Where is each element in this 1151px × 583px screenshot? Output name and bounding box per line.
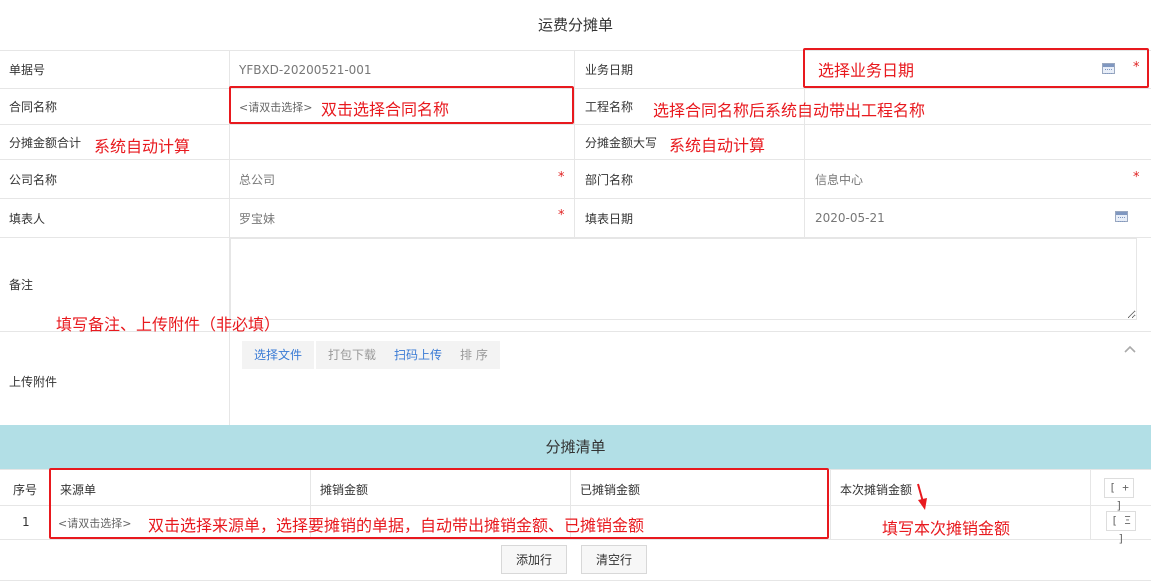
fill-date-calendar-icon[interactable]: [1115, 211, 1128, 222]
biz-date-label: 业务日期: [585, 63, 634, 77]
company-required-mark: *: [558, 170, 565, 185]
remark-annotation: 填写备注、上传附件（非必填）: [56, 315, 281, 334]
grid-line: [830, 469, 831, 539]
dept-field[interactable]: 信息中心: [805, 160, 1151, 198]
doc-no-value: YFBXD-20200521-001: [239, 62, 372, 77]
grid-line: [0, 580, 1151, 581]
biz-date-annotation: 选择业务日期: [818, 61, 915, 80]
fill-date-field[interactable]: 2020-05-21: [805, 199, 1151, 237]
scan-upload-button[interactable]: 扫码上传: [382, 341, 455, 369]
grid-line: [0, 539, 1151, 540]
row-menu-button[interactable]: [ Ξ ]: [1106, 511, 1136, 545]
company-field[interactable]: 总公司: [229, 160, 574, 198]
doc-no-label: 单据号: [9, 63, 46, 77]
col-header-seq: 序号: [13, 483, 38, 497]
total-upper-annotation: 系统自动计算: [669, 136, 766, 155]
dept-label: 部门名称: [585, 172, 634, 187]
clear-rows-button[interactable]: 清空行: [581, 545, 647, 574]
contract-annotation: 双击选择合同名称: [321, 100, 450, 119]
pack-download-button[interactable]: 打包下载: [316, 341, 389, 369]
contract-label: 合同名称: [9, 100, 58, 114]
grid-line: [1090, 469, 1091, 539]
add-row-icon-button[interactable]: [ + ]: [1104, 478, 1134, 512]
col-divider-2: [574, 50, 575, 237]
form-row-contract: 合同名称 <请双击选择> 工程名称: [0, 88, 1151, 124]
col-header-current-amount: 本次摊销金额: [840, 483, 913, 497]
arrow-icon: [917, 483, 927, 510]
dept-required-mark: *: [1133, 170, 1140, 185]
company-label: 公司名称: [9, 172, 58, 187]
fill-date-label: 填表日期: [585, 211, 634, 226]
source-annotation: 双击选择来源单，选择要摊销的单据，自动带出摊销金额、已摊销金额: [148, 516, 645, 535]
chevron-up-icon[interactable]: [1123, 344, 1137, 354]
form-row-company: 公司名称 总公司 部门名称 信息中心: [0, 159, 1151, 198]
filler-required-mark: *: [558, 208, 565, 223]
amount-annotation: 填写本次摊销金额: [882, 519, 1011, 538]
total-value: [229, 125, 574, 159]
detail-section-title: 分摊清单: [0, 425, 1151, 469]
add-row-button[interactable]: 添加行: [501, 545, 567, 574]
form-title: 运费分摊单: [537, 16, 613, 34]
total-annotation: 系统自动计算: [94, 137, 191, 156]
row-seq: 1: [22, 515, 30, 529]
remark-textarea[interactable]: [230, 238, 1137, 320]
sort-button[interactable]: 排 序: [448, 341, 500, 369]
form-row-filler: 填表人 罗宝妹 填表日期 2020-05-21: [0, 198, 1151, 237]
project-annotation: 选择合同名称后系统自动带出工程名称: [653, 101, 926, 120]
form-row-attachment: 上传附件: [0, 331, 1151, 425]
total-upper-value: [805, 125, 1151, 159]
filler-label: 填表人: [9, 211, 46, 226]
attach-label: 上传附件: [9, 375, 58, 389]
filler-field[interactable]: 罗宝妹: [229, 199, 574, 237]
choose-file-button[interactable]: 选择文件: [242, 341, 315, 369]
